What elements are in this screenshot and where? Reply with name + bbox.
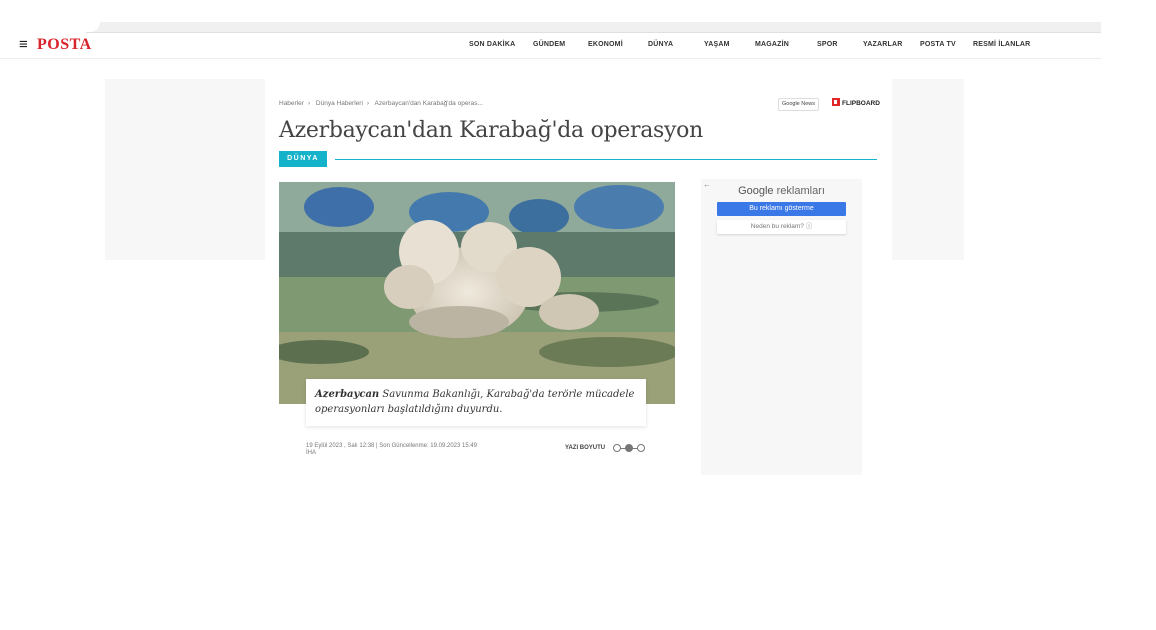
image-caption-box: Azerbaycan Savunma Bakanlığı, Karabağ'da…	[306, 379, 646, 426]
nav-item-posta-tv[interactable]: POSTA TV	[920, 41, 956, 48]
article-hero-image	[279, 182, 675, 404]
caption-bold-term: Azerbaycan	[315, 389, 380, 400]
breadcrumb: Haberler › Dünya Haberleri › Azerbaycan'da…	[279, 100, 487, 107]
google-ad-panel: ← Google reklamları Bu reklamı gösterme …	[701, 179, 862, 475]
google-news-button[interactable]: Google News	[778, 98, 820, 111]
breadcrumb-dunya-haberleri[interactable]: Dünya Haberleri	[316, 100, 363, 107]
breadcrumb-haberler[interactable]: Haberler	[279, 100, 304, 107]
nav-item-resmi-ilanlar[interactable]: RESMİ İLANLAR	[973, 41, 1030, 48]
article-meta: 19 Eylül 2023 , Salı 12:38 | Son Güncell…	[306, 443, 477, 457]
nav-item-magazin[interactable]: MAGAZİN	[755, 41, 789, 48]
nav-item-gundem[interactable]: GÜNDEM	[533, 41, 565, 48]
site-logo[interactable]: POSTA	[37, 36, 92, 54]
breadcrumb-separator: ›	[307, 100, 311, 107]
right-ad-placeholder	[892, 79, 964, 260]
google-ads-brand: Google	[738, 185, 774, 197]
nav-item-ekonomi[interactable]: EKONOMİ	[588, 41, 623, 48]
article-title: Azerbaycan'dan Karabağ'da operasyon	[279, 118, 703, 143]
article-dates: 19 Eylül 2023 , Salı 12:38 | Son Güncell…	[306, 443, 478, 449]
breadcrumb-separator: ›	[366, 100, 370, 107]
image-caption: Azerbaycan Savunma Bakanlığı, Karabağ'da…	[315, 387, 635, 417]
flipboard-icon	[832, 98, 840, 106]
site-navbar: ≡ POSTA SON DAKİKA GÜNDEM EKONOMİ DÜNYA …	[0, 33, 1101, 59]
flipboard-label: FLIPBOARD	[842, 100, 880, 107]
browser-top-strip	[86, 22, 1101, 33]
category-badge[interactable]: DÜNYA	[279, 151, 327, 167]
nav-item-spor[interactable]: SPOR	[817, 41, 838, 48]
nav-item-yazarlar[interactable]: YAZARLAR	[863, 41, 902, 48]
left-ad-placeholder	[105, 79, 265, 260]
font-size-large[interactable]	[637, 444, 645, 452]
font-size-small[interactable]	[613, 444, 621, 452]
font-size-label: YAZI BOYUTU	[565, 445, 606, 451]
font-size-medium[interactable]	[625, 444, 633, 452]
google-ads-title: Google reklamları	[701, 185, 862, 197]
explosion-image	[279, 182, 675, 404]
why-this-ad-button[interactable]: Neden bu reklam? ⓘ	[717, 220, 846, 234]
hamburger-menu-icon[interactable]: ≡	[19, 37, 28, 53]
nav-item-son-dakika[interactable]: SON DAKİKA	[469, 41, 515, 48]
google-ads-title-rest: reklamları	[773, 185, 825, 197]
article-source: İHA	[306, 450, 317, 456]
category-divider	[335, 159, 877, 160]
breadcrumb-current: Azerbaycan'dan Karabağ'da operas...	[374, 100, 483, 107]
hide-ad-button[interactable]: Bu reklamı gösterme	[717, 202, 846, 216]
nav-item-yasam[interactable]: YAŞAM	[704, 41, 730, 48]
nav-item-dunya[interactable]: DÜNYA	[648, 41, 673, 48]
flipboard-button[interactable]: FLIPBOARD	[832, 98, 880, 109]
font-size-slider[interactable]	[613, 443, 649, 454]
